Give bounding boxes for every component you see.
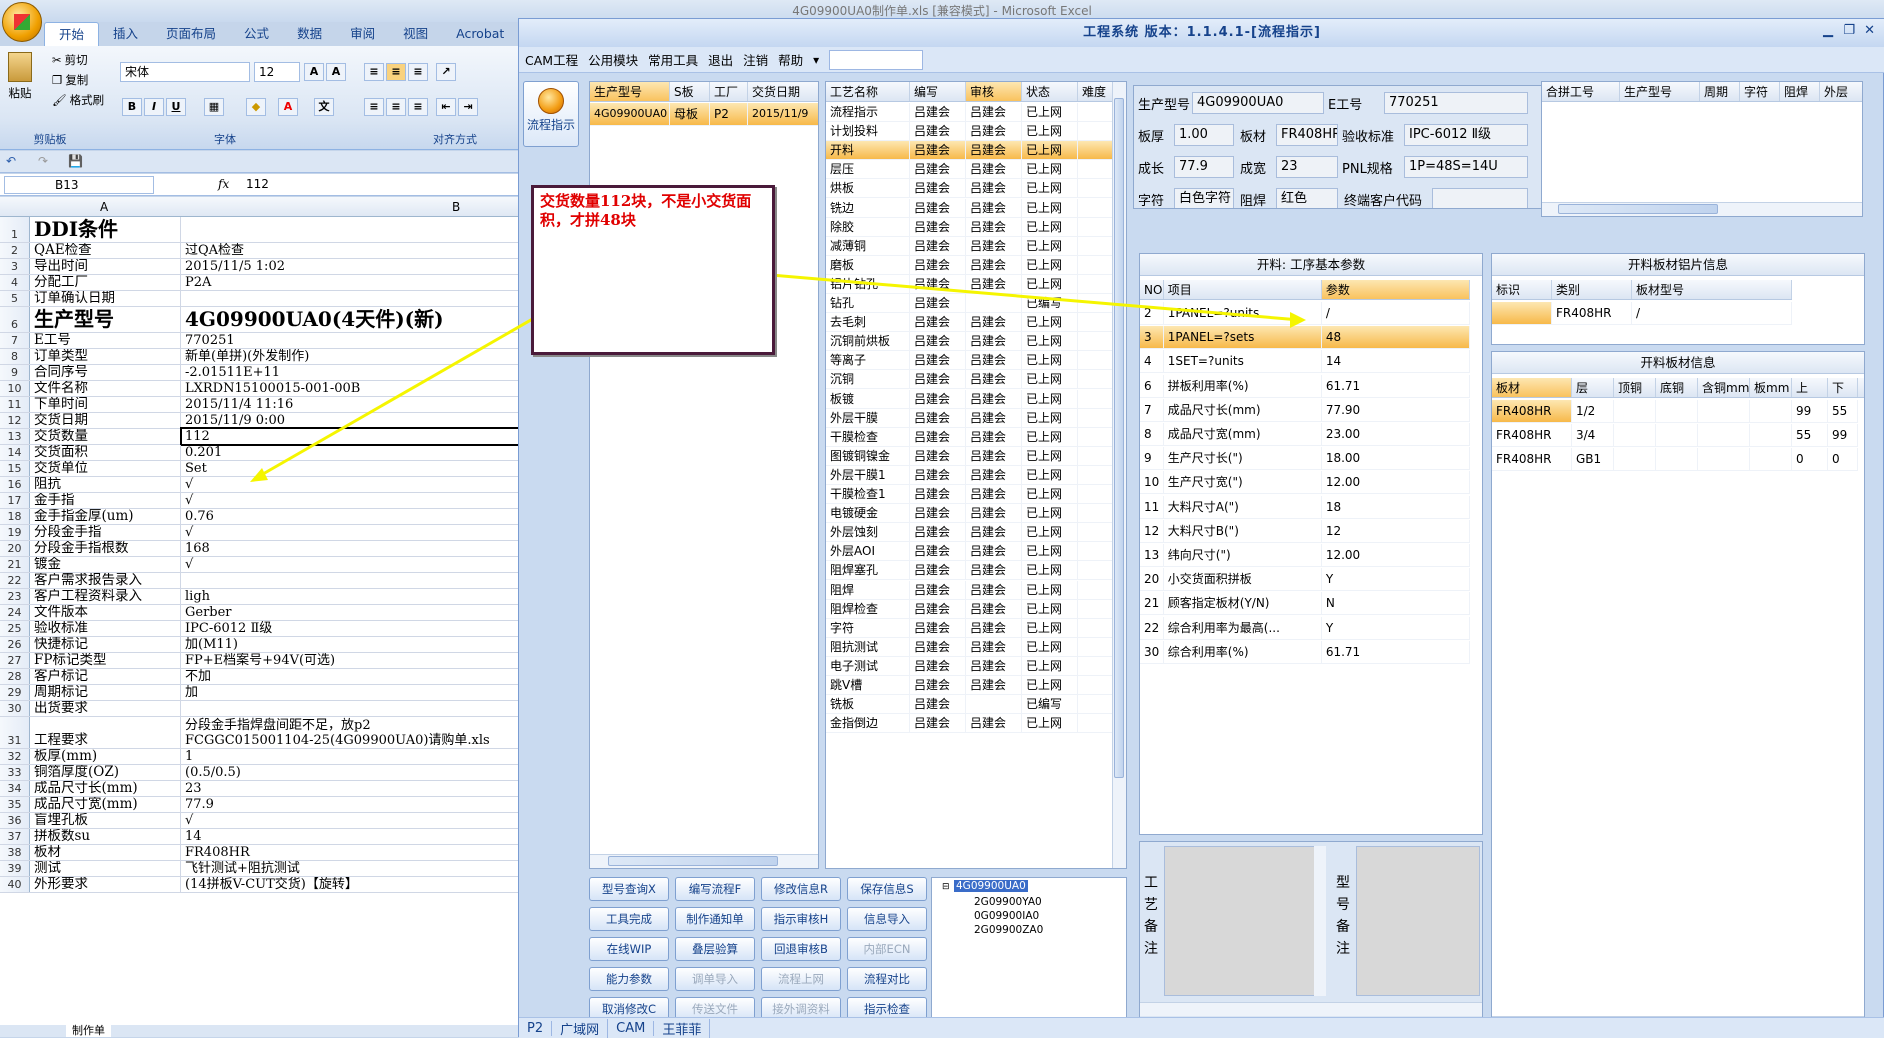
arrowhead-icon xyxy=(250,468,268,482)
arrowhead-icon xyxy=(1290,312,1306,328)
annotation-callout: 交货数量112块，不是小交货面积，才拼48块 xyxy=(531,185,775,355)
annotation-arrows xyxy=(250,261,1306,482)
